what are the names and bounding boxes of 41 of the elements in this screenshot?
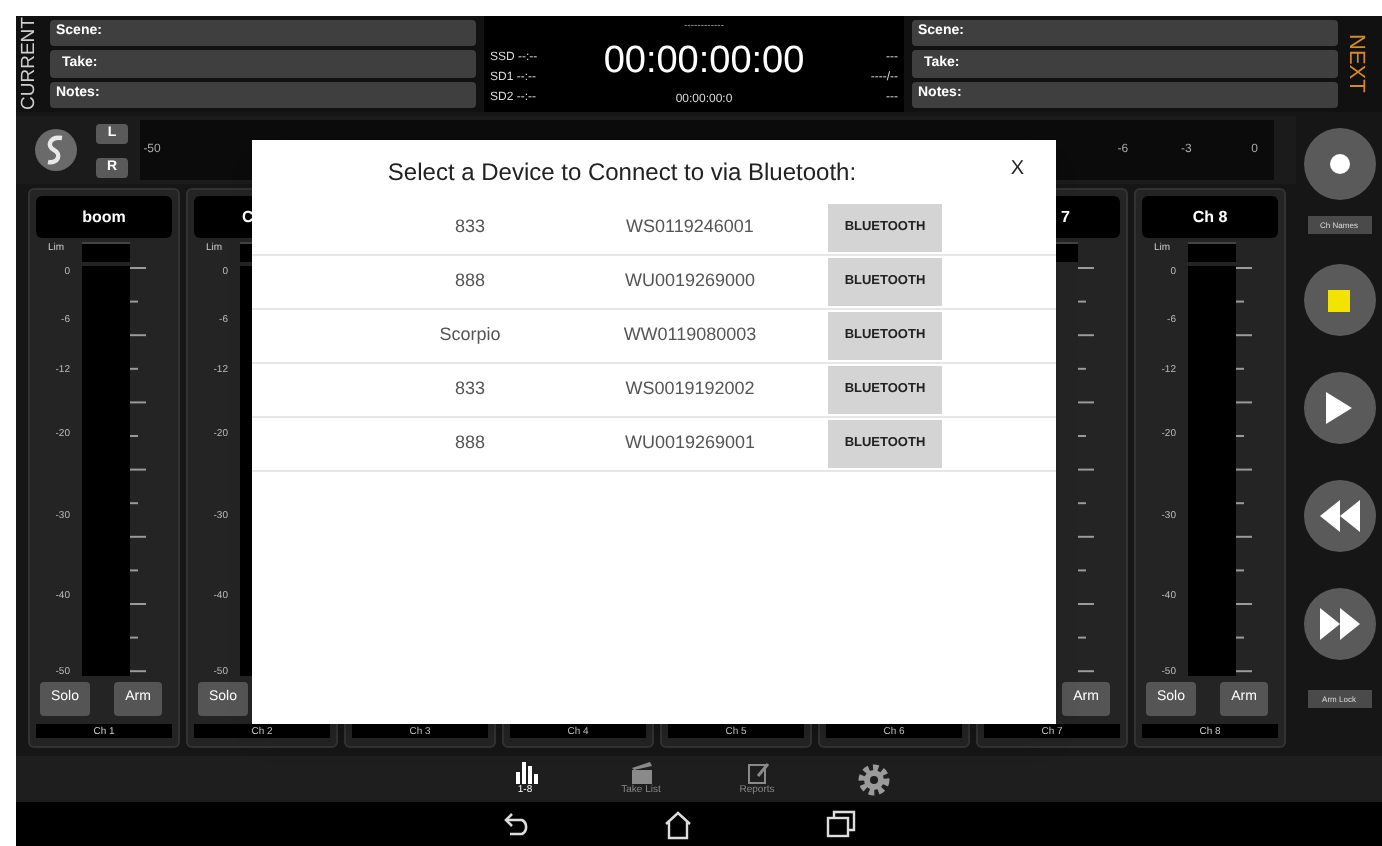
home-icon <box>662 809 694 839</box>
device-name: 888 <box>452 430 488 457</box>
serial-number: WU0019269001 <box>622 430 758 457</box>
bar-chart-icon <box>513 760 537 784</box>
channel-name: Ch 8 <box>1192 205 1228 229</box>
back-icon <box>502 812 530 836</box>
device-name: 833 <box>452 214 488 241</box>
serial-number: WS0019192002 <box>623 376 757 403</box>
clapperboard-icon <box>629 760 653 784</box>
fast-forward-icon <box>1319 608 1359 640</box>
channel-name-field[interactable]: boom <box>36 196 172 238</box>
stop-icon <box>1328 289 1350 311</box>
play-button[interactable] <box>1303 372 1375 444</box>
current-label: CURRENT <box>16 16 42 112</box>
rewind-button[interactable] <box>1303 480 1375 552</box>
settings-icon <box>855 761 891 797</box>
serial-number: WU0019269000 <box>622 268 758 295</box>
dialog-title: Select a Device to Connect to via Bluetooth: <box>387 155 857 189</box>
rewind-icon <box>1319 500 1359 532</box>
channel-name-field[interactable]: Ch 8 <box>1142 196 1278 238</box>
limit-indicator <box>82 242 130 262</box>
play-icon <box>1326 392 1352 424</box>
device-name: 888 <box>452 268 488 295</box>
device-name: Scorpio <box>437 322 503 349</box>
device-name: 833 <box>452 376 488 403</box>
record-button[interactable] <box>1303 128 1375 200</box>
recent-apps-icon <box>826 810 856 838</box>
channel-name: C <box>242 205 254 229</box>
channel-name: 7 <box>1061 205 1070 229</box>
stop-button[interactable] <box>1303 264 1375 336</box>
timecode-display: 00:00:00:00 <box>603 42 805 82</box>
channel-name: boom <box>82 205 126 229</box>
limit-indicator <box>1188 242 1236 262</box>
edit-icon <box>745 760 769 784</box>
forward-button[interactable] <box>1303 588 1375 660</box>
serial-number: WW0119080003 <box>621 322 759 349</box>
record-icon <box>1329 154 1349 174</box>
serial-number: WS0119246001 <box>624 214 756 241</box>
next-label: NEXT <box>1342 32 1370 98</box>
logo-icon <box>34 128 78 172</box>
close-button[interactable]: X <box>1010 154 1024 184</box>
